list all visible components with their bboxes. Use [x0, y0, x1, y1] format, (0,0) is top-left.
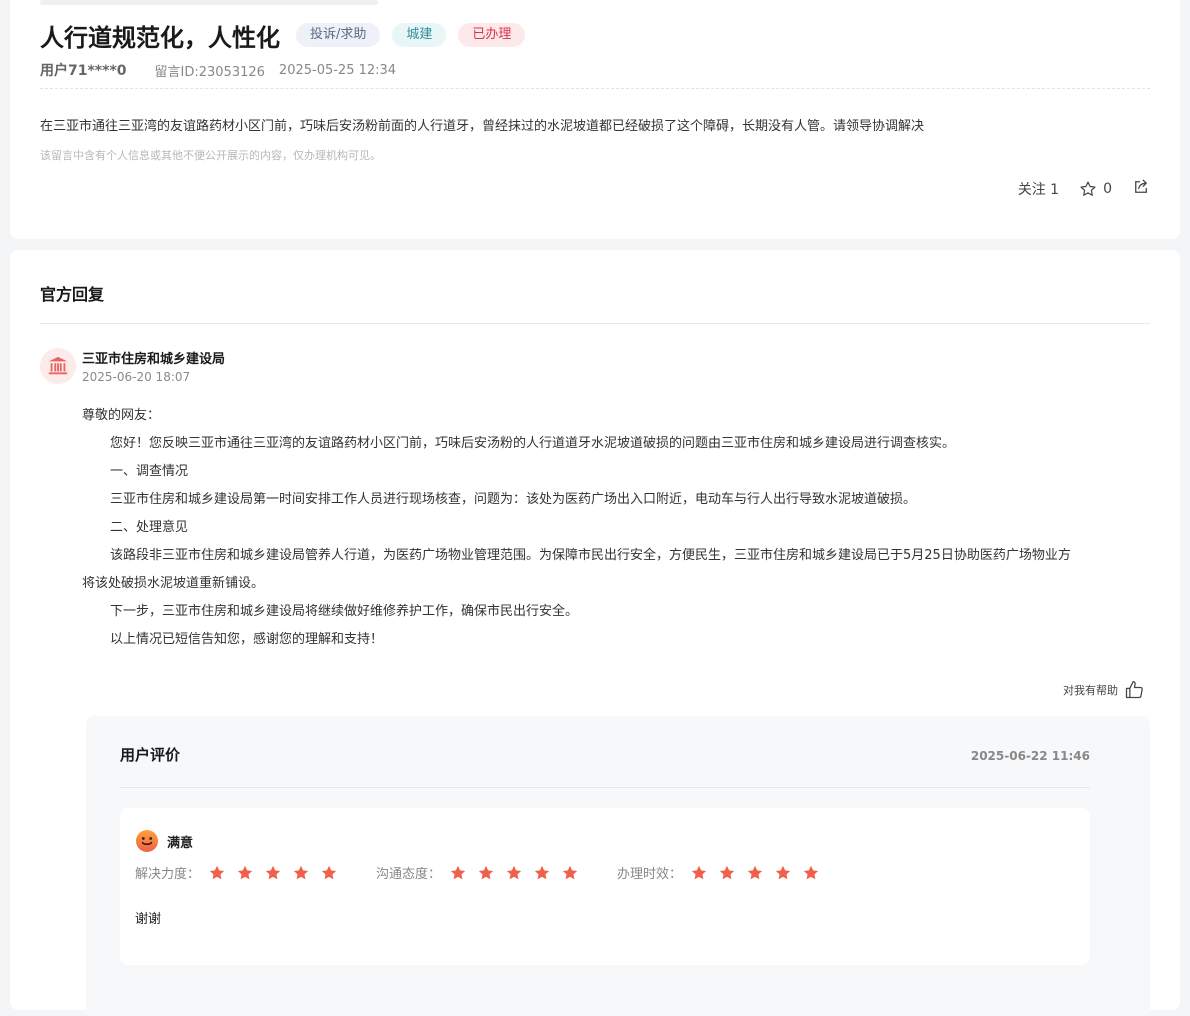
helpful-label: 对我有帮助: [1063, 684, 1118, 697]
star-icon: [506, 865, 522, 879]
rating-communication: 沟通态度：: [376, 863, 589, 882]
government-building-icon: [48, 356, 68, 375]
post-actions: 关注 1 0: [1018, 178, 1150, 200]
evaluation-detail: 满意 解决力度： 沟通态度： 办理时效： 谢谢: [120, 808, 1090, 965]
reply-paragraph: 该路段非三亚市住房和城乡建设局管养人行道，为医药广场物业管理范围。为保障市民出行…: [110, 548, 1071, 563]
category-tag[interactable]: 投诉/求助: [296, 23, 381, 47]
top-placeholder-bar: [40, 0, 378, 5]
reply-card: 官方回复 三亚市住房和城乡建设局 2025-06-20 18:07 尊敬的网友：…: [10, 250, 1180, 1016]
evaluation-title: 用户评价: [120, 746, 181, 764]
rating-timeliness: 办理时效：: [617, 863, 830, 882]
share-button[interactable]: [1132, 178, 1150, 200]
dashed-divider: [40, 88, 1150, 89]
smiley-face-icon: [136, 830, 158, 852]
star-icon: [478, 865, 494, 879]
star-icon: [293, 865, 309, 879]
reply-heading: 一、调查情况: [110, 464, 189, 479]
star-icon: [450, 865, 466, 879]
star-icon: [691, 865, 707, 879]
reply-paragraph: 以上情况已短信告知您，感谢您的理解和支持！: [110, 632, 384, 647]
reply-paragraph: 下一步，三亚市住房和城乡建设局将继续做好维修养护工作，确保市民出行安全。: [110, 604, 579, 619]
evaluation-divider: [120, 787, 1090, 788]
post-meta: 用户71****0 留言ID:23053126 2025-05-25 12:34: [40, 60, 396, 80]
star-icon: [719, 865, 735, 879]
status-tag: 已办理: [458, 23, 526, 47]
evaluation-time: 2025-06-22 11:46: [970, 749, 1090, 763]
follow-label: 关注: [1017, 182, 1046, 198]
star-icon: [321, 865, 337, 879]
rating-label: 沟通态度：: [376, 867, 442, 882]
department-tag[interactable]: 城建: [392, 23, 447, 47]
helpful-button[interactable]: 对我有帮助: [1063, 680, 1144, 700]
star-icon: [775, 865, 791, 879]
department-avatar: [40, 348, 76, 384]
thumbs-up-icon: [1125, 681, 1143, 699]
favorite-count: 0: [1103, 181, 1112, 197]
share-icon: [1135, 179, 1147, 193]
reply-paragraph: 您好！您反映三亚市通往三亚湾的友谊路药材小区门前，巧味后安汤粉的人行道道牙水泥坡…: [110, 436, 956, 451]
follow-button[interactable]: 关注 1: [1018, 179, 1059, 199]
star-icon: [747, 865, 763, 879]
reply-paragraph: 三亚市住房和城乡建设局第一时间安排工作人员进行现场核查，问题为：该处为医药广场出…: [110, 492, 917, 507]
message-id: 留言ID:23053126: [154, 64, 265, 80]
rating-solution: 解决力度：: [135, 863, 348, 882]
star-outline-icon: [1080, 181, 1096, 196]
post-time: 2025-05-25 12:34: [278, 62, 397, 78]
post-card: 人行道规范化，人性化 投诉/求助 城建 已办理 用户71****0 留言ID:2…: [10, 0, 1180, 239]
star-icon: [265, 865, 281, 879]
reply-department: 三亚市住房和城乡建设局: [82, 352, 226, 367]
star-icon: [562, 865, 578, 879]
reply-section-title: 官方回复: [40, 285, 105, 304]
follow-count: 1: [1050, 182, 1060, 198]
rating-label: 解决力度：: [135, 867, 201, 882]
star-icon: [209, 865, 225, 879]
privacy-note: 该留言中含有个人信息或其他不便公开展示的内容，仅办理机构可见。: [40, 149, 381, 162]
reply-body: 尊敬的网友： 您好！您反映三亚市通往三亚湾的友谊路药材小区门前，巧味后安汤粉的人…: [82, 402, 1152, 654]
post-title: 人行道规范化，人性化: [40, 23, 280, 52]
post-user: 用户71****0: [40, 63, 127, 79]
star-rating: [690, 864, 830, 882]
evaluation-comment: 谢谢: [135, 912, 162, 927]
user-evaluation: 用户评价 2025-06-22 11:46 满意 解决力度： 沟通态度： 办理时…: [86, 716, 1150, 1016]
rating-row: 解决力度： 沟通态度： 办理时效：: [135, 863, 858, 882]
title-row: 人行道规范化，人性化 投诉/求助 城建 已办理: [40, 15, 537, 55]
post-content: 在三亚市通往三亚湾的友谊路药材小区门前，巧味后安汤粉前面的人行道牙，曾经抹过的水…: [40, 119, 925, 134]
star-icon: [534, 865, 550, 879]
satisfaction-label: 满意: [167, 835, 194, 851]
rating-label: 办理时效：: [617, 867, 683, 882]
star-icon: [803, 865, 819, 879]
star-icon: [237, 865, 253, 879]
reply-heading: 二、处理意见: [110, 520, 189, 535]
reply-divider: [40, 323, 1150, 324]
reply-greeting: 尊敬的网友：: [82, 408, 161, 423]
reply-time: 2025-06-20 18:07: [82, 370, 191, 384]
reply-paragraph-cont: 将该处破损水泥坡道重新铺设。: [82, 576, 265, 591]
favorite-button[interactable]: 0: [1079, 180, 1112, 198]
star-rating: [208, 864, 348, 882]
satisfaction: 满意: [135, 829, 193, 853]
star-rating: [449, 864, 589, 882]
